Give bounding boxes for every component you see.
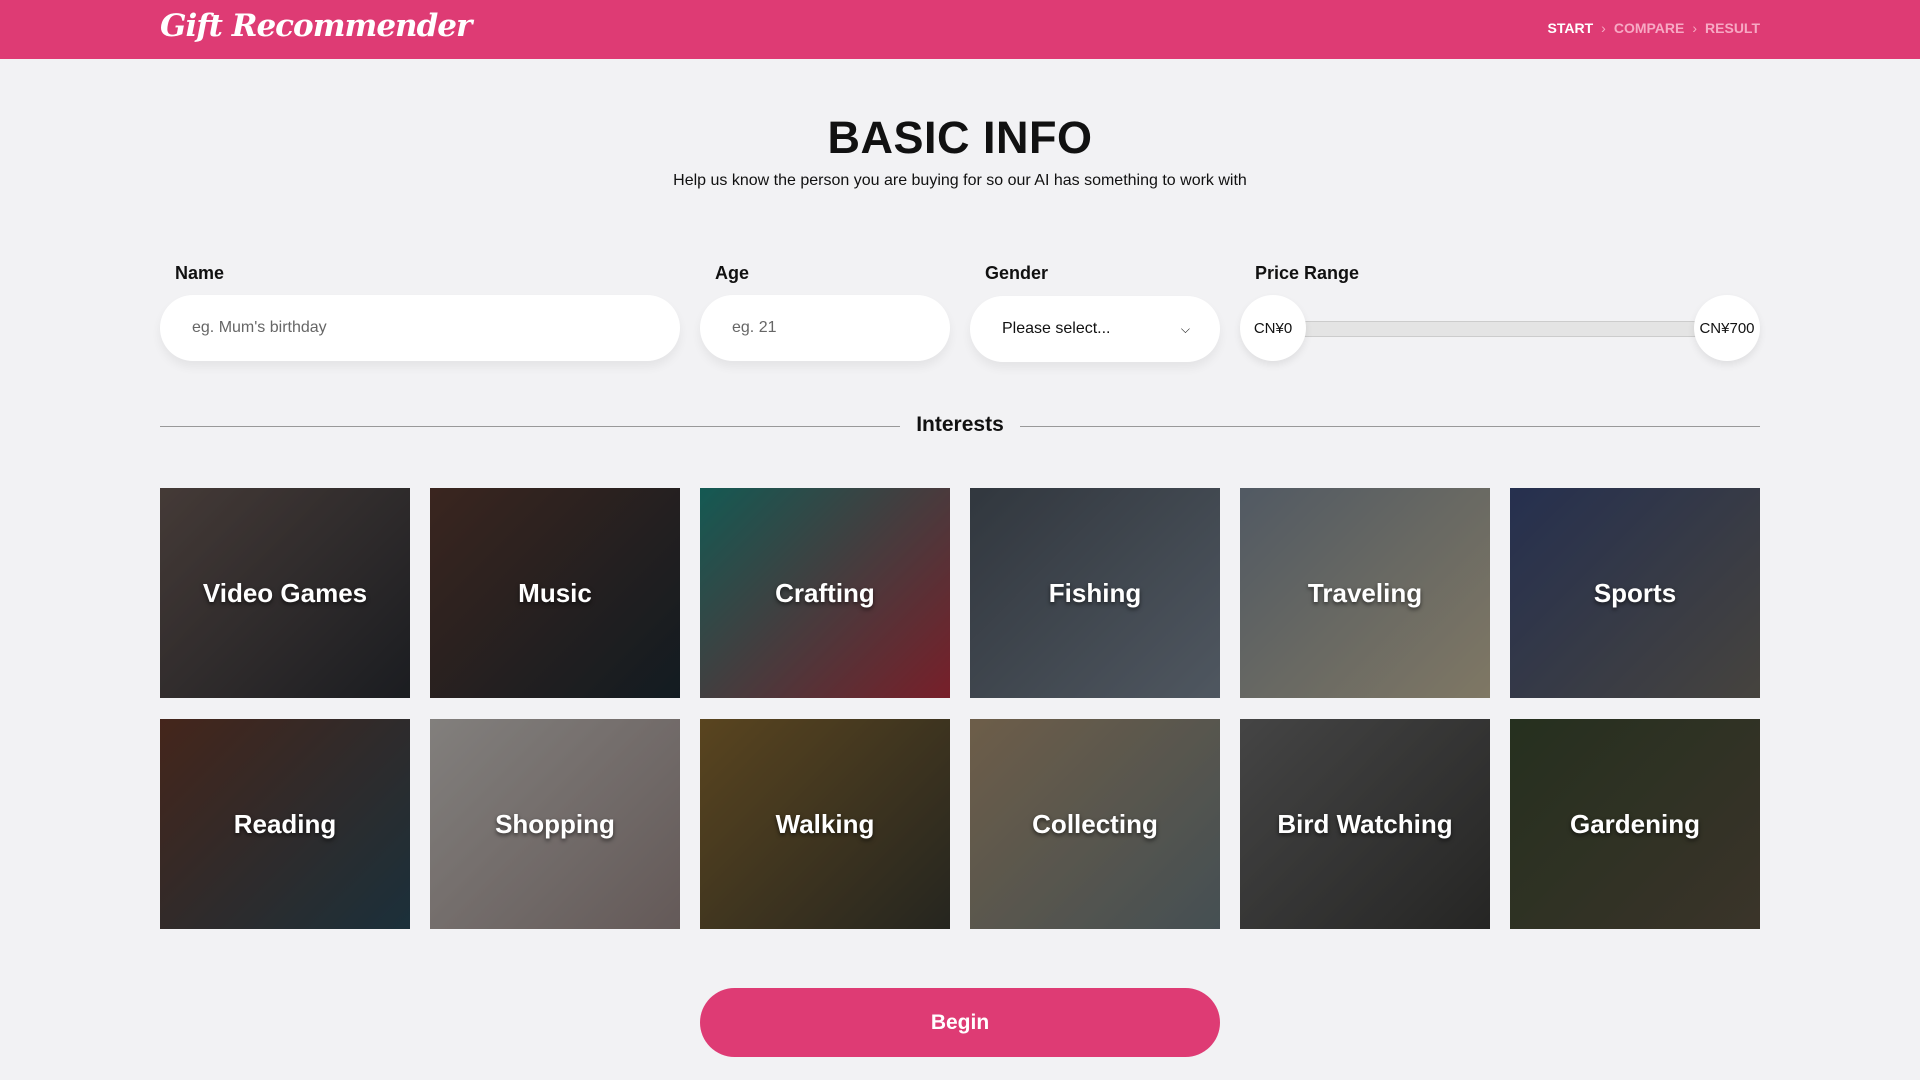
age-label: Age	[715, 263, 750, 283]
interest-tile-shopping[interactable]: Shopping	[430, 719, 680, 929]
header-bar: Gift Recommender START › COMPARE › RESUL…	[0, 0, 1920, 59]
interest-label: Video Games	[202, 577, 368, 608]
breadcrumb-compare[interactable]: COMPARE	[1614, 20, 1685, 36]
divider	[1020, 426, 1760, 427]
gender-select[interactable]: Please select... ⌵	[970, 296, 1220, 362]
interest-tile-traveling[interactable]: Traveling	[1240, 488, 1490, 698]
interest-label: Shopping	[495, 808, 615, 839]
chevron-down-icon: ⌵	[1180, 321, 1190, 336]
gender-selected: Please select...	[1002, 320, 1111, 337]
interest-label: Collecting	[1032, 808, 1158, 839]
interest-label: Gardening	[1569, 808, 1700, 839]
name-label: Name	[175, 263, 225, 283]
interest-label: Traveling	[1307, 577, 1423, 608]
interest-tile-bird-watching[interactable]: Bird Watching	[1240, 719, 1490, 929]
interest-tile-collecting[interactable]: Collecting	[970, 719, 1220, 929]
chevron-right-icon: ›	[1601, 20, 1606, 36]
interests-heading: Interests	[916, 413, 1004, 436]
name-field-wrapper	[160, 295, 680, 361]
interest-tile-video-games[interactable]: Video Games	[160, 488, 410, 698]
logo[interactable]: Gift Recommender	[160, 8, 472, 44]
chevron-right-icon: ›	[1692, 20, 1698, 36]
breadcrumb: START › COMPARE › RESULT	[1548, 20, 1760, 36]
interest-tile-gardening[interactable]: Gardening	[1510, 719, 1760, 929]
interest-tile-walking[interactable]: Walking	[700, 719, 950, 929]
begin-button[interactable]: Begin	[700, 988, 1220, 1057]
name-input[interactable]	[192, 319, 680, 337]
age-field-wrapper	[700, 295, 950, 361]
interest-tile-crafting[interactable]: Crafting	[700, 488, 950, 698]
breadcrumb-result[interactable]: RESULT	[1705, 20, 1760, 36]
slider-track[interactable]	[1270, 321, 1730, 337]
interest-label: Crafting	[775, 577, 875, 608]
interest-tile-fishing[interactable]: Fishing	[970, 488, 1220, 698]
price-min-handle[interactable]: CN¥0	[1240, 295, 1306, 361]
interest-label: Music	[518, 577, 592, 608]
interest-label: Walking	[775, 808, 875, 839]
interest-tile-reading[interactable]: Reading	[160, 719, 410, 929]
price-range-label: Price Range	[1255, 263, 1360, 283]
page-subtitle: Help us know the person you are buying f…	[673, 172, 1247, 189]
interest-label: Fishing	[1048, 577, 1142, 608]
gender-label: Gender	[985, 263, 1049, 283]
interest-tile-sports[interactable]: Sports	[1510, 488, 1760, 698]
breadcrumb-start[interactable]: START	[1548, 20, 1594, 36]
interest-label: Reading	[233, 808, 337, 839]
interest-tile-music[interactable]: Music	[430, 488, 680, 698]
price-range-slider[interactable]: CN¥0 CN¥700	[1240, 295, 1760, 361]
price-max-handle[interactable]: CN¥700	[1694, 295, 1760, 361]
interest-label: Bird Watching	[1277, 808, 1453, 839]
interest-label: Sports	[1593, 577, 1677, 608]
age-input[interactable]	[732, 319, 950, 337]
page-title: BASIC INFO	[827, 112, 1093, 163]
